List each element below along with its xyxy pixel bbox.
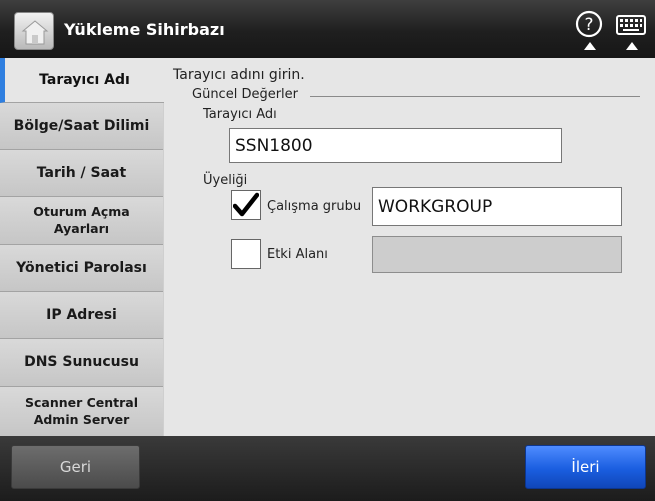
domain-input[interactable] [372,236,622,273]
sidebar-item-admin-password[interactable]: Yönetici Parolası [0,245,163,292]
scanner-name-input[interactable]: SSN1800 [229,128,562,163]
group-title: Güncel Değerler [192,87,298,102]
question-circle-icon: ? [575,10,603,38]
wizard-title: Yükleme Sihirbazı [64,20,225,39]
svg-text:?: ? [584,15,593,35]
sidebar-item-ip-address[interactable]: IP Adresi [0,292,163,339]
workgroup-input[interactable]: WORKGROUP [372,187,622,226]
footer-bar: Geri İleri [0,436,655,501]
membership-label: Üyeliği [203,173,248,188]
sidebar-item-central-admin-server[interactable]: Scanner Central Admin Server [0,387,163,436]
home-icon [21,20,49,45]
sidebar-item-region-timezone[interactable]: Bölge/Saat Dilimi [0,103,163,150]
sidebar-item-login-settings[interactable]: Oturum Açma Ayarları [0,197,163,245]
domain-checkbox[interactable] [231,239,261,269]
help-up-arrow-icon [584,42,596,50]
next-button[interactable]: İleri [525,445,646,489]
sidebar-item-date-time[interactable]: Tarih / Saat [0,150,163,197]
keyboard-button[interactable] [614,10,648,50]
sidebar-item-dns-server[interactable]: DNS Sunucusu [0,339,163,387]
instruction-text: Tarayıcı adını girin. [173,67,305,83]
keyboard-up-arrow-icon [626,42,638,50]
workgroup-checkbox[interactable] [231,190,261,220]
title-bar: Yükleme Sihirbazı ? [0,0,655,58]
help-button[interactable]: ? [572,10,606,50]
group-divider [310,96,640,97]
main-panel: Tarayıcı adını girin. Güncel Değerler Ta… [164,58,655,436]
sidebar-item-scanner-name[interactable]: Tarayıcı Adı [0,58,164,103]
home-button[interactable] [14,12,54,50]
domain-label: Etki Alanı [267,247,328,262]
keyboard-icon [616,15,646,35]
workgroup-label: Çalışma grubu [267,199,362,214]
back-button[interactable]: Geri [11,445,140,489]
scanner-name-label: Tarayıcı Adı [203,107,277,122]
checkmark-icon [233,192,259,217]
sidebar: Tarayıcı Adı Bölge/Saat Dilimi Tarih / S… [0,58,164,436]
